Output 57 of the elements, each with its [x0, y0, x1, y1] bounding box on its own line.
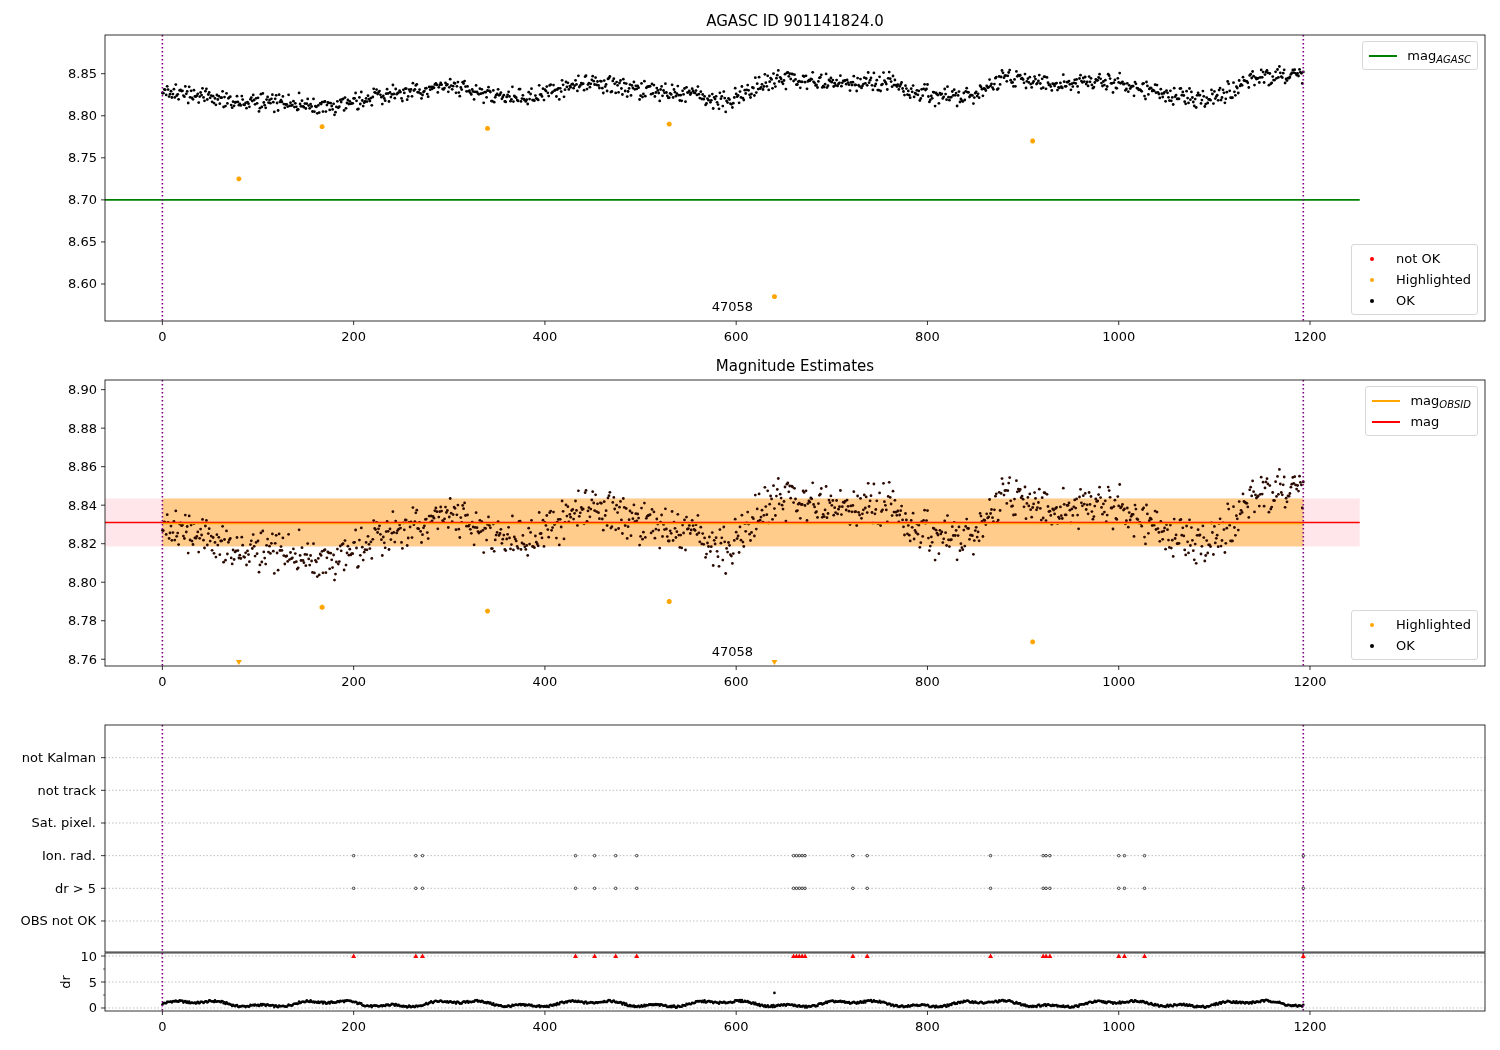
tick-label: 1000: [1102, 1019, 1136, 1034]
tick-label: 800: [915, 329, 940, 344]
tick-label: 8.85: [68, 66, 97, 82]
category-label: not Kalman: [21, 750, 96, 766]
tick-label: 8.80: [68, 108, 97, 124]
category-label: dr > 5: [54, 880, 96, 896]
tick-label: 8.90: [68, 382, 97, 398]
tick-label: 0: [158, 329, 167, 344]
category-label: OBS not OK: [20, 913, 96, 929]
tick-label: 0: [158, 674, 167, 689]
tick-label: 600: [723, 674, 749, 689]
tick-label: 200: [341, 329, 367, 344]
category-label: Ion. rad.: [42, 848, 96, 864]
tick-label: 8.86: [68, 459, 97, 475]
point-annotation: 47058: [711, 644, 754, 659]
tick-label: 200: [341, 674, 367, 689]
legend-label: mag: [1410, 413, 1440, 431]
tick-label: 1200: [1293, 1019, 1327, 1034]
tick-label: 0: [88, 1000, 97, 1016]
tick-label: 600: [723, 329, 749, 344]
tick-label: 8.70: [68, 192, 97, 208]
tick-label: 8.84: [68, 497, 97, 513]
legend-label: not OK: [1396, 250, 1441, 268]
legend-label: mag$_{AGASC}$: [1407, 47, 1471, 66]
tick-label: 800: [915, 1019, 940, 1034]
tick-label: 8.75: [68, 150, 97, 166]
tick-label: 400: [532, 674, 558, 689]
tick-label: 10: [80, 948, 97, 964]
tick-label: 1000: [1102, 329, 1136, 344]
tick-label: 800: [915, 674, 940, 689]
tick-label: 200: [341, 1019, 367, 1034]
category-label: not track: [37, 782, 96, 798]
tick-label: 8.76: [68, 651, 97, 667]
tick-label: 8.60: [68, 276, 97, 292]
tick-label: 0: [158, 1019, 167, 1034]
tick-label: 5: [88, 974, 97, 990]
tick-label: 400: [532, 1019, 558, 1034]
legend-label: OK: [1396, 637, 1415, 655]
point-annotation: 47058: [711, 299, 754, 314]
legend-label: OK: [1396, 292, 1415, 310]
tick-label: 1200: [1293, 674, 1327, 689]
tick-label: 600: [723, 1019, 749, 1034]
legend-label: Highlighted: [1396, 616, 1471, 634]
tick-label: 8.65: [68, 234, 97, 250]
chart-title: AGASC ID 901141824.0: [706, 12, 884, 30]
category-label: Sat. pixel.: [31, 815, 96, 831]
axis-label: dr: [58, 975, 73, 989]
tick-label: 8.78: [68, 613, 97, 629]
legend-label: Highlighted: [1396, 271, 1471, 289]
tick-label: 8.80: [68, 574, 97, 590]
tick-label: 1000: [1102, 674, 1136, 689]
chart-title: Magnitude Estimates: [715, 357, 875, 375]
tick-label: 400: [532, 329, 558, 344]
tick-label: 8.88: [68, 420, 97, 436]
legend-label: mag$_{OBSID}$: [1410, 392, 1471, 411]
tick-label: 1200: [1293, 329, 1327, 344]
tick-label: 8.82: [68, 536, 97, 552]
